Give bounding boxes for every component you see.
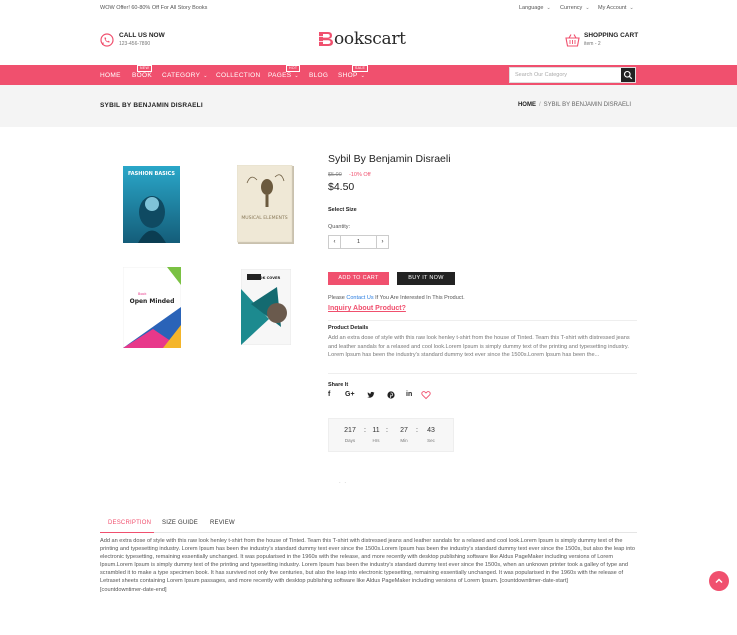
contact-us-link[interactable]: Contact Us bbox=[346, 295, 373, 301]
countdown-min-label: Min bbox=[400, 438, 408, 443]
google-plus-icon[interactable]: G+ bbox=[345, 391, 355, 398]
tab-size-guide[interactable]: SIZE GUIDE bbox=[162, 520, 198, 526]
price: $4.50 bbox=[328, 181, 355, 193]
select-size-label: Select Size bbox=[328, 207, 357, 213]
twitter-icon[interactable] bbox=[367, 391, 375, 401]
linkedin-icon[interactable]: in bbox=[406, 391, 412, 398]
inquiry-link[interactable]: Inquiry About Product? bbox=[328, 305, 406, 312]
divider bbox=[328, 373, 637, 374]
loading-dots: . . bbox=[339, 479, 348, 485]
page-title: SYBIL BY BENJAMIN DISRAELI bbox=[100, 102, 203, 109]
language-dropdown[interactable]: Language ⌄ bbox=[519, 5, 551, 11]
nav-home[interactable]: HOME bbox=[100, 72, 121, 79]
countdown-timer: 217 Days : 11 Hrs : 27 Min : 43 Sec bbox=[328, 418, 454, 452]
promo-text: WOW Offer! 60-80% Off For All Story Book… bbox=[100, 5, 208, 11]
tab-description[interactable]: DESCRIPTION bbox=[108, 520, 151, 526]
search-input[interactable]: Search Our Category bbox=[515, 72, 567, 78]
breadcrumb-band: SYBIL BY BENJAMIN DISRAELI HOME / SYBIL BY… bbox=[0, 85, 737, 127]
countdown-colon: : bbox=[386, 427, 388, 434]
cart-count: item - 2 bbox=[584, 41, 601, 47]
active-tab-indicator bbox=[100, 532, 154, 533]
countdown-days: 217 bbox=[344, 427, 356, 434]
breadcrumb: HOME / SYBIL BY BENJAMIN DISRAELI bbox=[518, 102, 631, 108]
product-image-3[interactable]: Book Open Minded bbox=[123, 267, 181, 348]
chevron-down-icon: ⌄ bbox=[546, 5, 551, 11]
top-bar: WOW Offer! 60-80% Off For All Story Book… bbox=[0, 0, 737, 16]
search-button[interactable] bbox=[621, 68, 635, 82]
account-dropdown[interactable]: My Account ⌄ bbox=[598, 5, 634, 11]
search-box[interactable]: Search Our Category bbox=[509, 67, 636, 83]
search-icon bbox=[623, 70, 633, 80]
hot-badge: HOT bbox=[286, 65, 301, 72]
cover-title: FASHION BASICS bbox=[128, 171, 175, 177]
cover-top-label: Book bbox=[138, 292, 146, 296]
whatsapp-icon bbox=[100, 33, 114, 47]
site-logo[interactable]: ookscart bbox=[318, 29, 422, 51]
sale-badge: SALE bbox=[352, 65, 369, 72]
cover-title: Open Minded bbox=[130, 298, 175, 305]
contact-note: Please Contact Us If You Are Interested … bbox=[328, 295, 465, 301]
nav-collection[interactable]: COLLECTION bbox=[216, 72, 261, 79]
share-title: Share It bbox=[328, 382, 349, 388]
basket-icon bbox=[565, 34, 580, 47]
heart-icon[interactable] bbox=[421, 390, 431, 400]
breadcrumb-current: SYBIL BY BENJAMIN DISRAELI bbox=[543, 102, 631, 108]
product-image-4[interactable]: BOOK COVER bbox=[241, 269, 291, 345]
cart-title: SHOPPING CART bbox=[584, 32, 639, 39]
pinterest-icon[interactable] bbox=[387, 391, 395, 401]
description-text: Add an extra dose of style with this raw… bbox=[100, 538, 635, 593]
product-image-1[interactable]: FASHION BASICS bbox=[123, 166, 180, 243]
divider bbox=[328, 320, 637, 321]
countdown-hrs-label: Hrs bbox=[372, 438, 380, 443]
call-number: 123-456-7890 bbox=[119, 41, 151, 47]
chevron-up-icon bbox=[715, 578, 723, 584]
quantity-label: Quantity: bbox=[328, 224, 351, 230]
currency-dropdown[interactable]: Currency ⌄ bbox=[560, 5, 590, 11]
chevron-down-icon: ⌄ bbox=[585, 5, 590, 11]
nav-book[interactable]: BOOK NEW bbox=[132, 65, 153, 79]
product-details-title: Product Details bbox=[328, 325, 369, 331]
logo-text: ookscart bbox=[334, 29, 406, 49]
tab-review[interactable]: REVIEW bbox=[210, 520, 235, 526]
countdown-min: 27 bbox=[400, 427, 408, 434]
cover-title: BOOK COVER bbox=[254, 276, 281, 280]
countdown-sec-label: Sec bbox=[427, 438, 435, 443]
logo-b-mark bbox=[318, 32, 333, 46]
countdown-colon: : bbox=[416, 427, 418, 434]
breadcrumb-separator: / bbox=[538, 102, 541, 108]
quantity-input[interactable]: 1 bbox=[341, 239, 376, 245]
chevron-down-icon: ⌄ bbox=[294, 73, 299, 79]
countdown-days-label: Days bbox=[344, 438, 356, 443]
product-details-text: Add an extra dose of style with this raw… bbox=[328, 335, 630, 359]
decrement-button[interactable]: ‹ bbox=[329, 236, 341, 248]
product-tabs: DESCRIPTION SIZE GUIDE REVIEW bbox=[100, 514, 637, 533]
product-image-2[interactable]: MUSICAL ELEMENTS bbox=[237, 165, 294, 244]
countdown-sec: 43 bbox=[427, 427, 435, 434]
nav-shop[interactable]: SHOP ⌄ SALE bbox=[338, 65, 369, 79]
main-nav: HOME BOOK NEW CATEGORY ⌄ COLLECTION PAGES ⌄… bbox=[0, 65, 737, 85]
nav-category[interactable]: CATEGORY ⌄ bbox=[162, 72, 208, 79]
chevron-down-icon: ⌄ bbox=[629, 5, 634, 11]
chevron-down-icon: ⌄ bbox=[360, 73, 366, 79]
discount-label: -10% Off bbox=[349, 172, 371, 178]
quantity-stepper: ‹ 1 › bbox=[328, 235, 389, 249]
product-name: Sybil By Benjamin Disraeli bbox=[328, 153, 451, 165]
increment-button[interactable]: › bbox=[376, 236, 388, 248]
buy-it-now-button[interactable]: BUY IT NOW bbox=[397, 272, 455, 285]
site-header: CALL US NOW 123-456-7890 ookscart SHOPPI… bbox=[0, 16, 737, 65]
back-to-top-button[interactable] bbox=[709, 571, 729, 591]
new-badge: NEW bbox=[137, 65, 153, 72]
facebook-icon[interactable]: f bbox=[328, 391, 330, 398]
breadcrumb-home[interactable]: HOME bbox=[518, 102, 536, 108]
add-to-cart-button[interactable]: ADD TO CART bbox=[328, 272, 389, 285]
old-price: $5.00 bbox=[328, 172, 342, 178]
countdown-hrs: 11 bbox=[372, 427, 380, 434]
cover-title: MUSICAL ELEMENTS bbox=[241, 215, 287, 221]
call-title: CALL US NOW bbox=[119, 32, 165, 39]
nav-blog[interactable]: BLOG bbox=[309, 72, 328, 79]
nav-pages[interactable]: PAGES ⌄ HOT bbox=[268, 65, 301, 79]
chevron-down-icon: ⌄ bbox=[203, 73, 208, 79]
